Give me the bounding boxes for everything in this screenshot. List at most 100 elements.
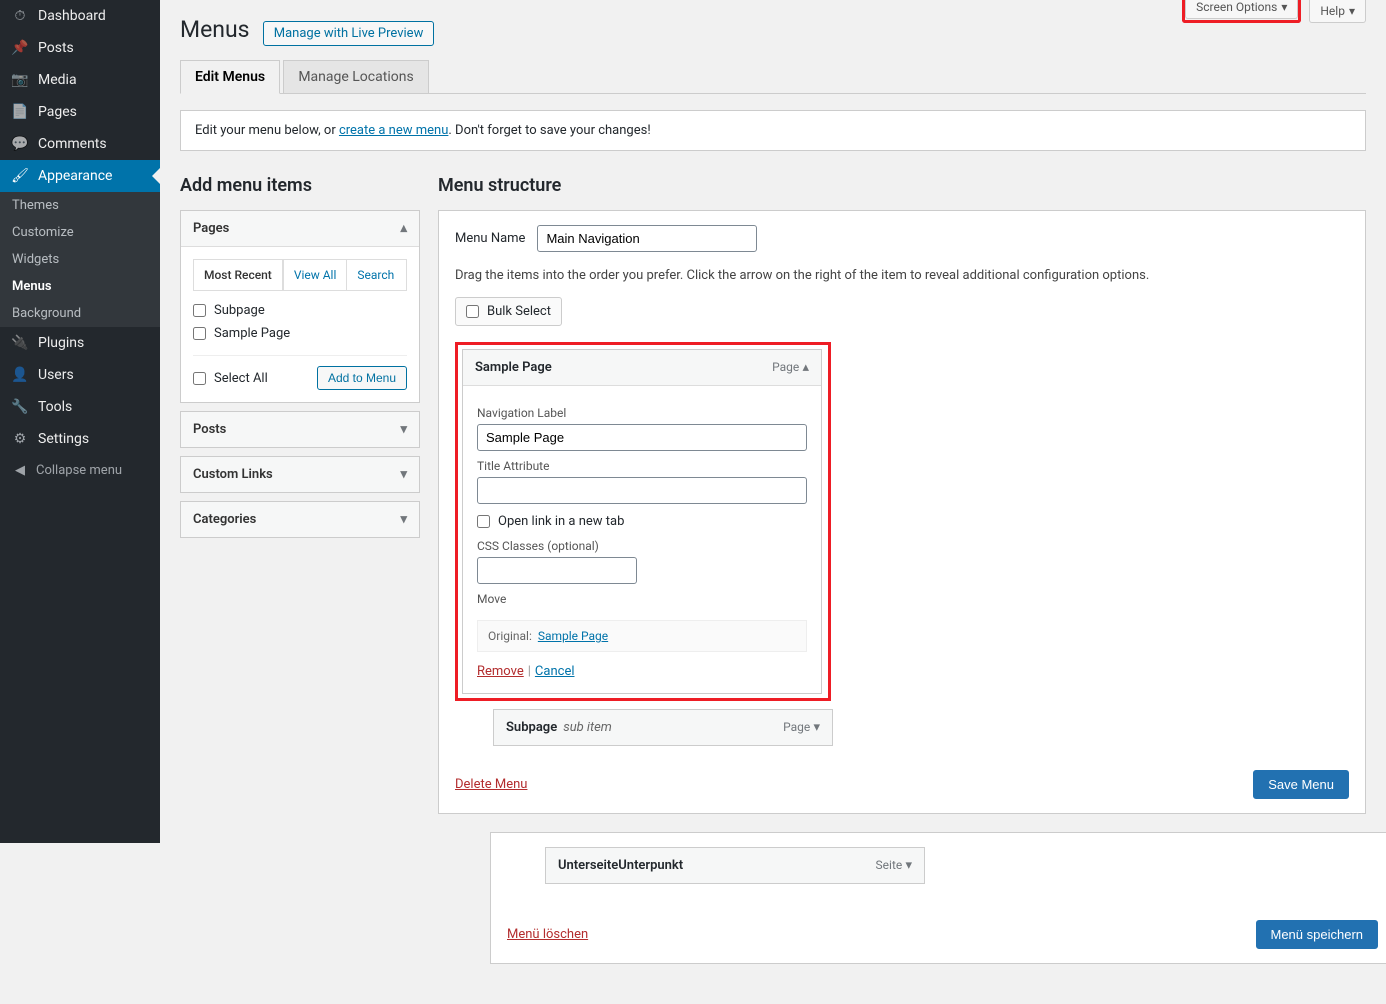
sidebar-item-settings[interactable]: ⚙Settings <box>0 423 160 455</box>
panel-pages-title: Pages <box>193 221 229 236</box>
menu-item-subpage: Subpagesub item Page ▾ <box>493 709 833 746</box>
subitem-title: Subpage <box>506 720 557 735</box>
sidebar-item-media[interactable]: 📷 Media <box>0 64 160 96</box>
menu-item-sample-page: Sample Page Page ▴ Navigation Label Titl… <box>462 349 822 694</box>
chevron-down-icon: ▾ <box>905 858 912 873</box>
caret-down-icon: ▾ <box>1281 0 1287 14</box>
open-new-tab-label: Open link in a new tab <box>498 514 624 529</box>
panel-categories-toggle[interactable]: Categories ▾ <box>181 502 419 537</box>
sidebar-label: Pages <box>38 104 77 120</box>
panel-pages-toggle[interactable]: Pages ▴ <box>181 211 419 247</box>
sidebar-sub-customize[interactable]: Customize <box>0 219 160 246</box>
select-all-row: Select All <box>193 367 268 390</box>
content-area: Screen Options▾ Help▾ Menus Manage with … <box>160 0 1386 1004</box>
panel-posts-toggle[interactable]: Posts▾ <box>181 412 419 447</box>
menu-item-toggle[interactable]: Sample Page Page ▴ <box>463 350 821 385</box>
css-classes-lbl: CSS Classes (optional) <box>477 539 807 553</box>
tab-search[interactable]: Search <box>346 260 404 290</box>
live-preview-button[interactable]: Manage with Live Preview <box>263 21 435 46</box>
help-toggle[interactable]: Help▾ <box>1309 0 1366 23</box>
add-to-menu-button[interactable]: Add to Menu <box>317 366 407 390</box>
tab-view-all[interactable]: View All <box>283 260 347 290</box>
bulk-select-checkbox[interactable] <box>466 305 479 318</box>
save-menu-button-de[interactable]: Menü speichern <box>1256 920 1379 949</box>
remove-link[interactable]: Remove <box>477 664 524 679</box>
page-icon: 📄 <box>10 104 30 120</box>
select-all-checkbox[interactable] <box>193 372 206 385</box>
add-items-heading: Add menu items <box>180 175 420 196</box>
sidebar-item-dashboard[interactable]: ⏱Dashboard <box>0 0 160 32</box>
tab-most-recent[interactable]: Most Recent <box>194 260 283 290</box>
sidebar-sub-themes[interactable]: Themes <box>0 192 160 219</box>
sidebar-item-pages[interactable]: 📄 Pages <box>0 96 160 128</box>
panel-posts-title: Posts <box>193 422 226 437</box>
sidebar-label: Media <box>38 72 77 88</box>
menu-item-title: Subpage sub item <box>506 720 612 735</box>
tab-manage-locations[interactable]: Manage Locations <box>283 60 428 93</box>
nav-label-lbl: Navigation Label <box>477 406 807 420</box>
panel-custom-links-title: Custom Links <box>193 467 273 482</box>
sidebar-item-plugins[interactable]: 🔌 Plugins <box>0 327 160 359</box>
admin-sidebar: ⏱Dashboard 📌 Posts 📷 Media 📄 Pages 💬Comment… <box>0 0 160 843</box>
german-menu-editor-fragment: UnterseiteUnterpunkt Seite ▾ Menü lösche… <box>490 832 1386 964</box>
delete-menu-link-de[interactable]: Menü löschen <box>507 927 588 942</box>
css-classes-input[interactable] <box>477 557 637 584</box>
tab-edit-menus[interactable]: Edit Menus <box>180 60 280 94</box>
panel-categories-title: Categories <box>193 512 256 527</box>
move-lbl: Move <box>477 592 807 606</box>
menu-structure-heading: Menu structure <box>438 175 1366 196</box>
sidebar-sub-background[interactable]: Background <box>0 300 160 327</box>
subitem-title: Unterseite <box>558 858 618 873</box>
save-menu-button[interactable]: Save Menu <box>1253 770 1349 799</box>
screen-options-toggle[interactable]: Screen Options ▾ <box>1185 0 1298 19</box>
menu-item-type: Seite <box>876 858 903 872</box>
sidebar-label: Plugins <box>38 335 84 351</box>
nav-label-input[interactable] <box>477 424 807 451</box>
gauge-icon: ⏱ <box>10 8 30 24</box>
original-link[interactable]: Sample Page <box>538 629 608 643</box>
collapse-label: Collapse menu <box>36 463 122 478</box>
chevron-down-icon: ▾ <box>400 512 407 527</box>
pages-inner-tabs: Most Recent View All Search <box>193 259 407 291</box>
edit-notice: Edit your menu below, or create a new me… <box>180 110 1366 151</box>
menu-editor: Menu Name Drag the items into the order … <box>438 210 1366 814</box>
highlight-screen-options: Screen Options ▾ <box>1182 0 1301 23</box>
sidebar-item-appearance[interactable]: 🖌Appearance <box>0 160 160 192</box>
sidebar-label: Users <box>38 367 74 383</box>
sidebar-label: Posts <box>38 40 74 56</box>
open-new-tab-checkbox[interactable] <box>477 515 490 528</box>
panel-custom-links: Custom Links▾ <box>180 456 420 493</box>
chevron-up-icon: ▴ <box>400 221 407 236</box>
screen-options-label: Screen Options <box>1196 0 1277 14</box>
highlight-menu-item: Sample Page Page ▴ Navigation Label Titl… <box>455 342 831 701</box>
screen-meta-links: Screen Options ▾ Help▾ <box>1182 0 1366 23</box>
page-checkbox-subpage[interactable] <box>193 304 206 317</box>
subitem-sublabel: sub item <box>563 720 612 735</box>
menu-item-toggle[interactable]: UnterseiteUnterpunkt Seite ▾ <box>546 848 924 883</box>
plug-icon: 🔌 <box>10 335 30 351</box>
sidebar-item-tools[interactable]: 🔧Tools <box>0 391 160 423</box>
notice-post: . Don't forget to save your changes! <box>448 123 650 138</box>
panel-custom-links-toggle[interactable]: Custom Links▾ <box>181 457 419 492</box>
title-attr-input[interactable] <box>477 477 807 504</box>
create-new-menu-link[interactable]: create a new menu <box>339 123 448 138</box>
sidebar-item-posts[interactable]: 📌 Posts <box>0 32 160 64</box>
collapse-menu[interactable]: ◀Collapse menu <box>0 455 160 486</box>
cancel-link[interactable]: Cancel <box>535 664 575 679</box>
menu-name-label: Menu Name <box>455 231 525 246</box>
sidebar-sub-menus[interactable]: Menus <box>0 273 160 300</box>
pin-icon: 📌 <box>10 40 30 56</box>
sidebar-item-comments[interactable]: 💬Comments <box>0 128 160 160</box>
separator: | <box>528 664 531 679</box>
sidebar-item-users[interactable]: 👤Users <box>0 359 160 391</box>
help-label: Help <box>1320 4 1345 18</box>
sidebar-sub-widgets[interactable]: Widgets <box>0 246 160 273</box>
menu-item-toggle[interactable]: Subpagesub item Page ▾ <box>494 710 832 745</box>
menu-name-input[interactable] <box>537 225 757 252</box>
brush-icon: 🖌 <box>10 168 30 184</box>
add-menu-items-column: Add menu items Pages ▴ Most Recent View A… <box>180 175 420 546</box>
media-icon: 📷 <box>10 72 30 88</box>
page-checkbox-sample[interactable] <box>193 327 206 340</box>
page-row: Sample Page <box>193 322 407 345</box>
delete-menu-link[interactable]: Delete Menu <box>455 777 527 792</box>
